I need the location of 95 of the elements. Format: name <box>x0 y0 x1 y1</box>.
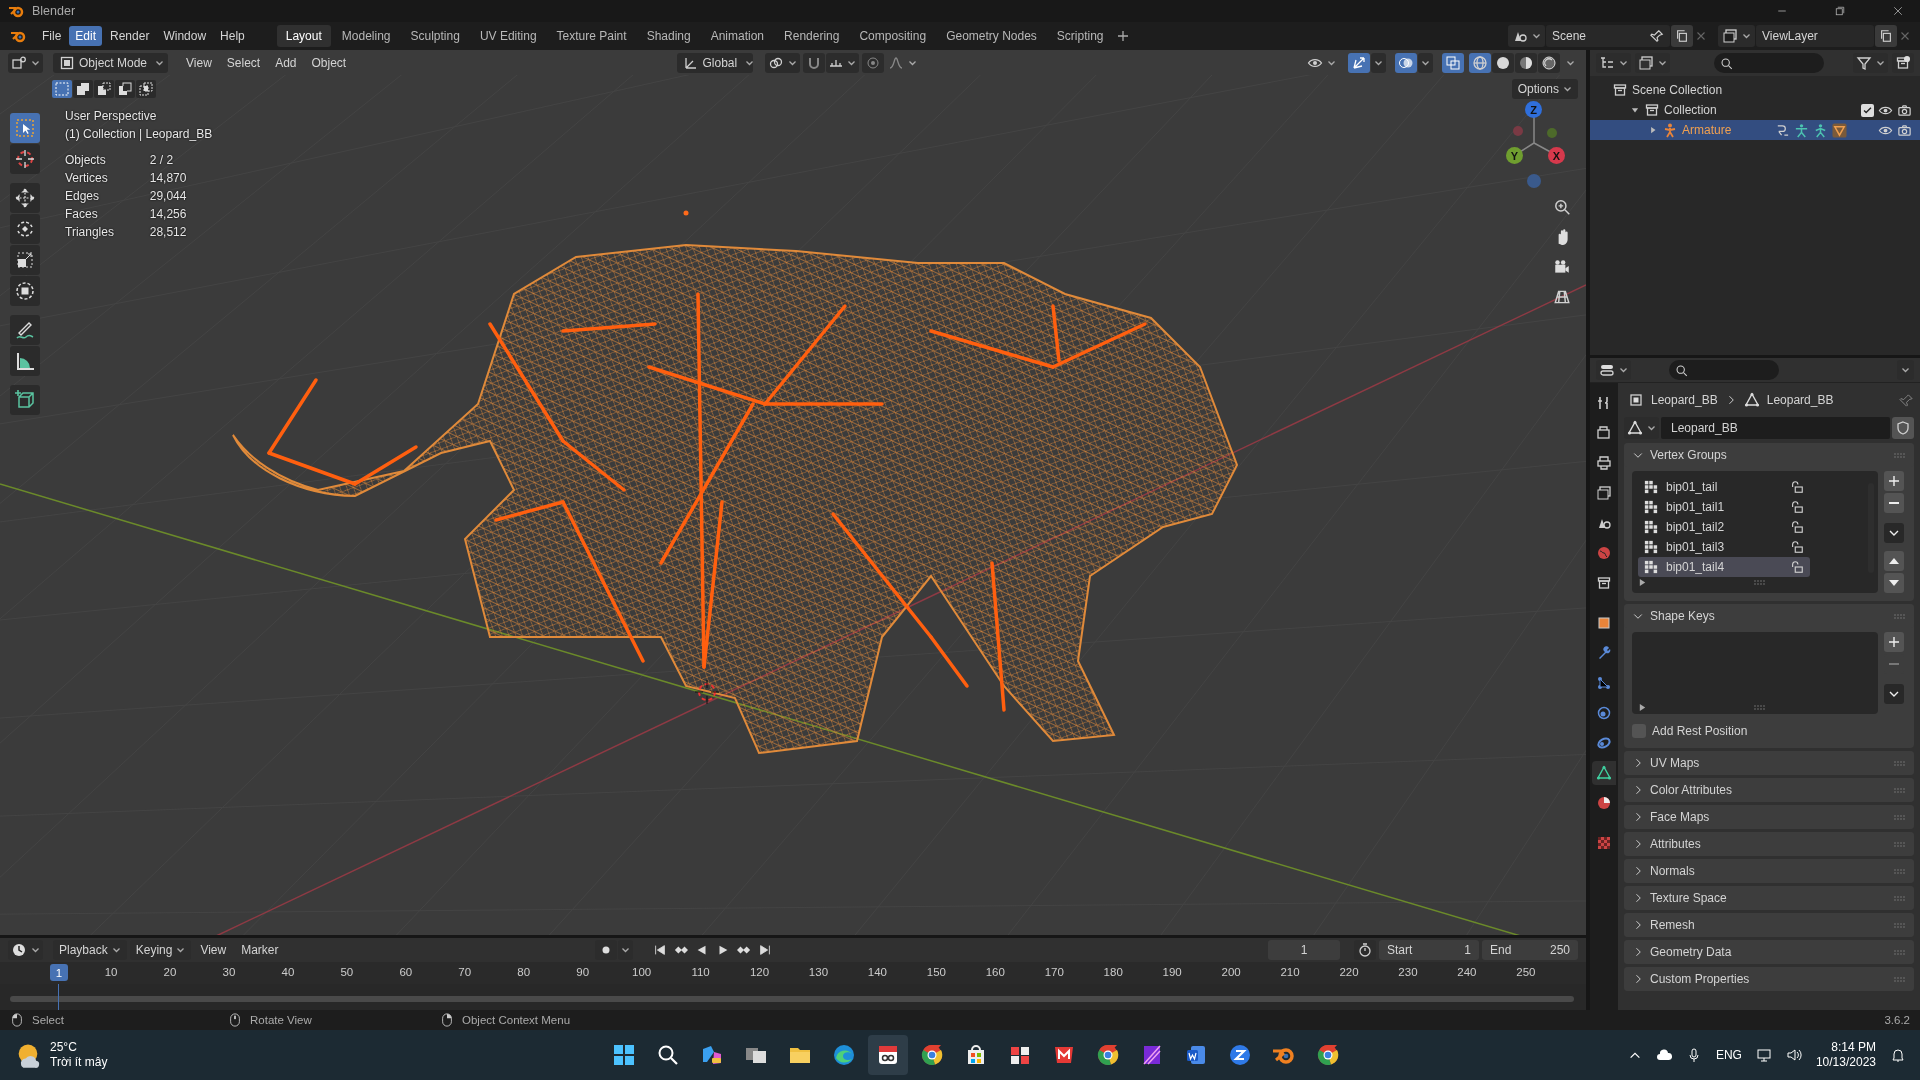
menu-item[interactable]: Help <box>214 26 251 46</box>
workspace-tab[interactable]: Compositing <box>850 25 936 47</box>
frame-number: 100 <box>631 966 653 978</box>
vertex-group-item[interactable]: bip01_tail3 <box>1638 537 1810 557</box>
frame-number: 240 <box>1456 966 1478 978</box>
frame-number: 170 <box>1043 966 1065 978</box>
frame-number: 110 <box>690 966 711 978</box>
stat-value: 14,256 <box>149 206 188 223</box>
stat-label: Edges <box>65 188 101 205</box>
frame-number: 140 <box>866 966 888 978</box>
workspace-tab[interactable]: Modeling <box>332 25 400 47</box>
mesh-name-field[interactable]: Leopard_BB <box>1661 417 1890 439</box>
frame-number: 220 <box>1338 966 1360 978</box>
frame-number: 20 <box>162 966 178 978</box>
frame-number: 180 <box>1102 966 1124 978</box>
frame-number: 60 <box>398 966 414 978</box>
start-frame-field[interactable]: Start 1 <box>1379 940 1479 960</box>
breadcrumb-item[interactable]: Leopard_BB <box>1766 393 1834 407</box>
workspace-tab[interactable]: Rendering <box>775 25 849 47</box>
window-title: Blender <box>32 4 77 18</box>
options-dropdown[interactable]: Options <box>1511 79 1578 99</box>
menu-item[interactable]: Object <box>305 52 353 73</box>
status-hint: Rotate View <box>250 1014 312 1026</box>
frame-number: 250 <box>1515 966 1537 978</box>
frame-number: 30 <box>221 966 237 978</box>
stat-label: Objects <box>65 152 107 169</box>
frame-number: 80 <box>516 966 532 978</box>
scene-name-field[interactable]: Scene <box>1546 25 1670 47</box>
language-indicator[interactable]: ENG <box>1715 1048 1742 1062</box>
vertex-group-item[interactable]: bip01_tail4 <box>1638 557 1810 577</box>
frame-number: 210 <box>1279 966 1301 978</box>
frame-number: 10 <box>103 966 119 978</box>
frame-number: 130 <box>807 966 830 978</box>
stat-value: 2 / 2 <box>149 152 175 169</box>
frame-number: 200 <box>1220 966 1242 978</box>
vertex-group-item[interactable]: bip01_tail2 <box>1638 517 1810 537</box>
frame-number: 160 <box>984 966 1006 978</box>
view-name: User Perspective <box>65 108 158 125</box>
menu-item[interactable]: Marker <box>235 940 285 960</box>
vertex-group-item[interactable]: bip01_tail1 <box>1638 497 1810 517</box>
menu-item[interactable]: Playback <box>53 940 127 960</box>
frame-number: 230 <box>1397 966 1419 978</box>
status-hint: Object Context Menu <box>462 1014 571 1026</box>
stat-value: 14,870 <box>149 170 188 187</box>
menu-item[interactable]: Keying <box>129 940 192 960</box>
frame-number: 70 <box>457 966 473 978</box>
stat-value: 28,512 <box>149 224 188 241</box>
frame-number: 50 <box>339 966 355 978</box>
frame-number: 190 <box>1161 966 1183 978</box>
menu-item[interactable]: Window <box>157 26 213 46</box>
menu-item[interactable]: Select <box>220 52 267 73</box>
axis-handle[interactable]: Y <box>1506 147 1523 164</box>
version-label: 3.6.2 <box>1884 1014 1910 1026</box>
stat-value: 29,044 <box>149 188 188 205</box>
menu-item[interactable]: Render <box>104 26 156 46</box>
workspace-tab[interactable]: Sculpting <box>401 25 469 47</box>
breadcrumb-item[interactable]: Leopard_BB <box>1651 393 1718 407</box>
clock-date: 10/13/2023 <box>1815 1055 1876 1070</box>
outliner-row[interactable]: Collection <box>1590 100 1920 120</box>
mode-dropdown[interactable]: Object Mode <box>53 52 168 73</box>
workspace-tab[interactable]: Geometry Nodes <box>937 25 1046 47</box>
workspace-tab[interactable]: UV Editing <box>470 25 546 47</box>
active-object-label: (1) Collection | Leopard_BB <box>65 126 213 143</box>
outliner-row[interactable]: Armature <box>1590 120 1920 140</box>
stat-label: Faces <box>65 206 99 223</box>
menu-item[interactable]: File <box>36 26 68 46</box>
temperature-label: 25°C <box>50 1040 78 1055</box>
stat-label: Triangles <box>65 224 115 241</box>
outliner-row[interactable]: Scene Collection <box>1590 80 1920 100</box>
current-frame-marker[interactable]: 1 <box>50 964 68 981</box>
axis-handle[interactable]: Z <box>1525 101 1542 118</box>
weather-label: Trời ít mây <box>50 1055 108 1070</box>
workspace-tab[interactable]: Shading <box>637 25 700 47</box>
vertex-group-item[interactable]: bip01_tail <box>1638 477 1810 497</box>
workspace-tab[interactable]: Texture Paint <box>547 25 636 47</box>
axis-handle[interactable]: X <box>1548 147 1565 164</box>
frame-number: 90 <box>575 966 591 978</box>
workspace-tab[interactable]: Animation <box>701 25 774 47</box>
checkbox-label: Add Rest Position <box>1652 724 1748 738</box>
frame-number: 150 <box>925 966 947 978</box>
menu-item[interactable]: View <box>194 940 233 960</box>
orientation-dropdown[interactable]: Global <box>676 52 753 73</box>
menu-item[interactable]: Add <box>269 52 303 73</box>
view-layer-name-field[interactable]: ViewLayer <box>1756 25 1874 47</box>
menu-item[interactable]: Edit <box>69 26 103 46</box>
frame-number: 120 <box>748 966 771 978</box>
workspace-tab[interactable]: Scripting <box>1047 25 1113 47</box>
clock-time: 8:14 PM <box>1831 1040 1876 1055</box>
status-hint: Select <box>32 1014 64 1026</box>
current-frame-field[interactable]: 1 <box>1268 940 1340 960</box>
end-frame-field[interactable]: End 250 <box>1482 940 1578 960</box>
frame-number: 40 <box>280 966 296 978</box>
workspace-tab[interactable]: Layout <box>276 25 331 47</box>
menu-item[interactable]: View <box>180 52 218 73</box>
stat-label: Vertices <box>65 170 109 187</box>
